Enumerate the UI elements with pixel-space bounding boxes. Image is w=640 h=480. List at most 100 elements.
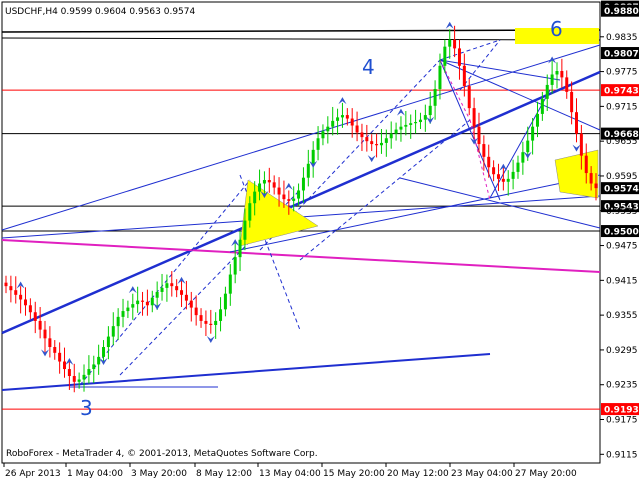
candle-body xyxy=(228,274,232,294)
candle-body xyxy=(170,283,174,287)
chart-container: 0.98870.98800.98070.97430.96680.95740.95… xyxy=(0,0,640,480)
candle-body xyxy=(492,167,496,175)
candle-body xyxy=(560,71,564,78)
candle-body xyxy=(111,326,115,337)
candle-body xyxy=(438,65,442,89)
candle-body xyxy=(258,183,262,192)
candle-body xyxy=(316,138,320,150)
candle-body xyxy=(262,180,266,184)
candle-body xyxy=(594,183,598,189)
candle-body xyxy=(535,113,539,127)
candle-body xyxy=(194,307,198,316)
y-tick-label: 0.9235 xyxy=(606,381,638,391)
y-tick-label: 0.9355 xyxy=(606,311,638,321)
candle-body xyxy=(477,126,481,145)
y-tick-label: 0.9175 xyxy=(606,416,638,426)
candle-body xyxy=(418,119,422,123)
candle-body xyxy=(165,283,169,288)
candle-body xyxy=(150,297,154,306)
candle-body xyxy=(9,286,13,291)
candle-body xyxy=(506,178,510,182)
wave-label-6: 6 xyxy=(550,17,563,41)
candle-body xyxy=(292,198,296,201)
candle-body xyxy=(204,320,208,324)
copyright-label: RoboForex - MetaTrader 4, © 2001-2013, M… xyxy=(6,449,318,459)
candle-body xyxy=(214,320,218,325)
candle-body xyxy=(219,309,223,321)
candle-body xyxy=(209,323,213,325)
candle-body xyxy=(48,338,52,348)
candle-body xyxy=(501,178,505,182)
y-tick-label: 0.9715 xyxy=(606,102,638,112)
y-tick-label: 0.9415 xyxy=(606,276,638,286)
candle-body xyxy=(297,190,301,199)
candle-body xyxy=(141,300,145,302)
candle-body xyxy=(394,129,398,134)
x-tick-label: 26 Apr 2013 xyxy=(5,469,61,479)
candle-body xyxy=(14,290,18,295)
candle-body xyxy=(511,171,515,179)
price-tag-label: 0.9743 xyxy=(604,87,639,97)
candle-body xyxy=(331,120,335,127)
x-tick-label: 27 May 20:00 xyxy=(515,469,577,479)
candle-body xyxy=(267,180,271,183)
x-tick-label: 3 May 20:00 xyxy=(131,469,187,479)
candle-body xyxy=(570,91,574,113)
candle-body xyxy=(482,144,486,157)
candle-body xyxy=(19,294,23,300)
candle-body xyxy=(384,138,388,143)
y-tick-label: 0.9655 xyxy=(606,137,638,147)
candle-body xyxy=(472,108,476,127)
candle-body xyxy=(414,122,418,124)
candle-body xyxy=(345,115,349,119)
candle-body xyxy=(180,290,184,295)
candle-body xyxy=(365,137,369,142)
candle-body xyxy=(272,182,276,188)
candle-body xyxy=(531,126,535,141)
price-tag-label: 0.9880 xyxy=(604,7,639,17)
y-tick-label: 0.9115 xyxy=(606,450,638,460)
y-tick-label: 0.9775 xyxy=(606,68,638,78)
candle-body xyxy=(243,220,247,240)
wave-label-3: 3 xyxy=(80,396,93,420)
candle-body xyxy=(28,305,32,313)
candle-body xyxy=(92,364,96,370)
candle-body xyxy=(375,144,379,146)
candle-body xyxy=(462,65,466,87)
y-tick-label: 0.9475 xyxy=(606,242,638,252)
candle-body xyxy=(457,48,461,66)
candle-body xyxy=(233,257,237,275)
x-tick-label: 8 May 12:00 xyxy=(196,469,252,479)
candle-body xyxy=(253,191,257,204)
candle-body xyxy=(301,177,305,191)
candle-body xyxy=(160,287,164,292)
candle-body xyxy=(311,149,315,164)
candle-body xyxy=(24,299,28,306)
candle-body xyxy=(87,369,91,375)
candle-body xyxy=(355,125,359,133)
candle-body xyxy=(72,376,76,382)
candle-body xyxy=(43,329,47,339)
candle-body xyxy=(4,282,8,287)
candle-body xyxy=(550,74,554,85)
candle-body xyxy=(521,152,525,163)
price-tag-label: 0.9193 xyxy=(604,406,639,416)
candle-body xyxy=(496,174,500,179)
price-tag-label: 0.9807 xyxy=(604,50,639,60)
x-tick-label: 13 May 04:00 xyxy=(259,469,321,479)
candle-body xyxy=(102,347,106,357)
x-tick-label: 23 May 04:00 xyxy=(451,469,513,479)
candle-body xyxy=(155,291,159,298)
candle-body xyxy=(555,71,559,75)
candle-body xyxy=(63,361,67,370)
candle-body xyxy=(565,77,569,92)
candle-body xyxy=(282,194,286,200)
candle-body xyxy=(238,239,242,258)
candle-body xyxy=(453,39,457,49)
candle-body xyxy=(487,156,491,168)
candle-body xyxy=(306,163,310,178)
candle-body xyxy=(443,46,447,66)
candle-body xyxy=(189,300,193,308)
candle-body xyxy=(579,133,583,156)
candle-body xyxy=(404,124,408,127)
